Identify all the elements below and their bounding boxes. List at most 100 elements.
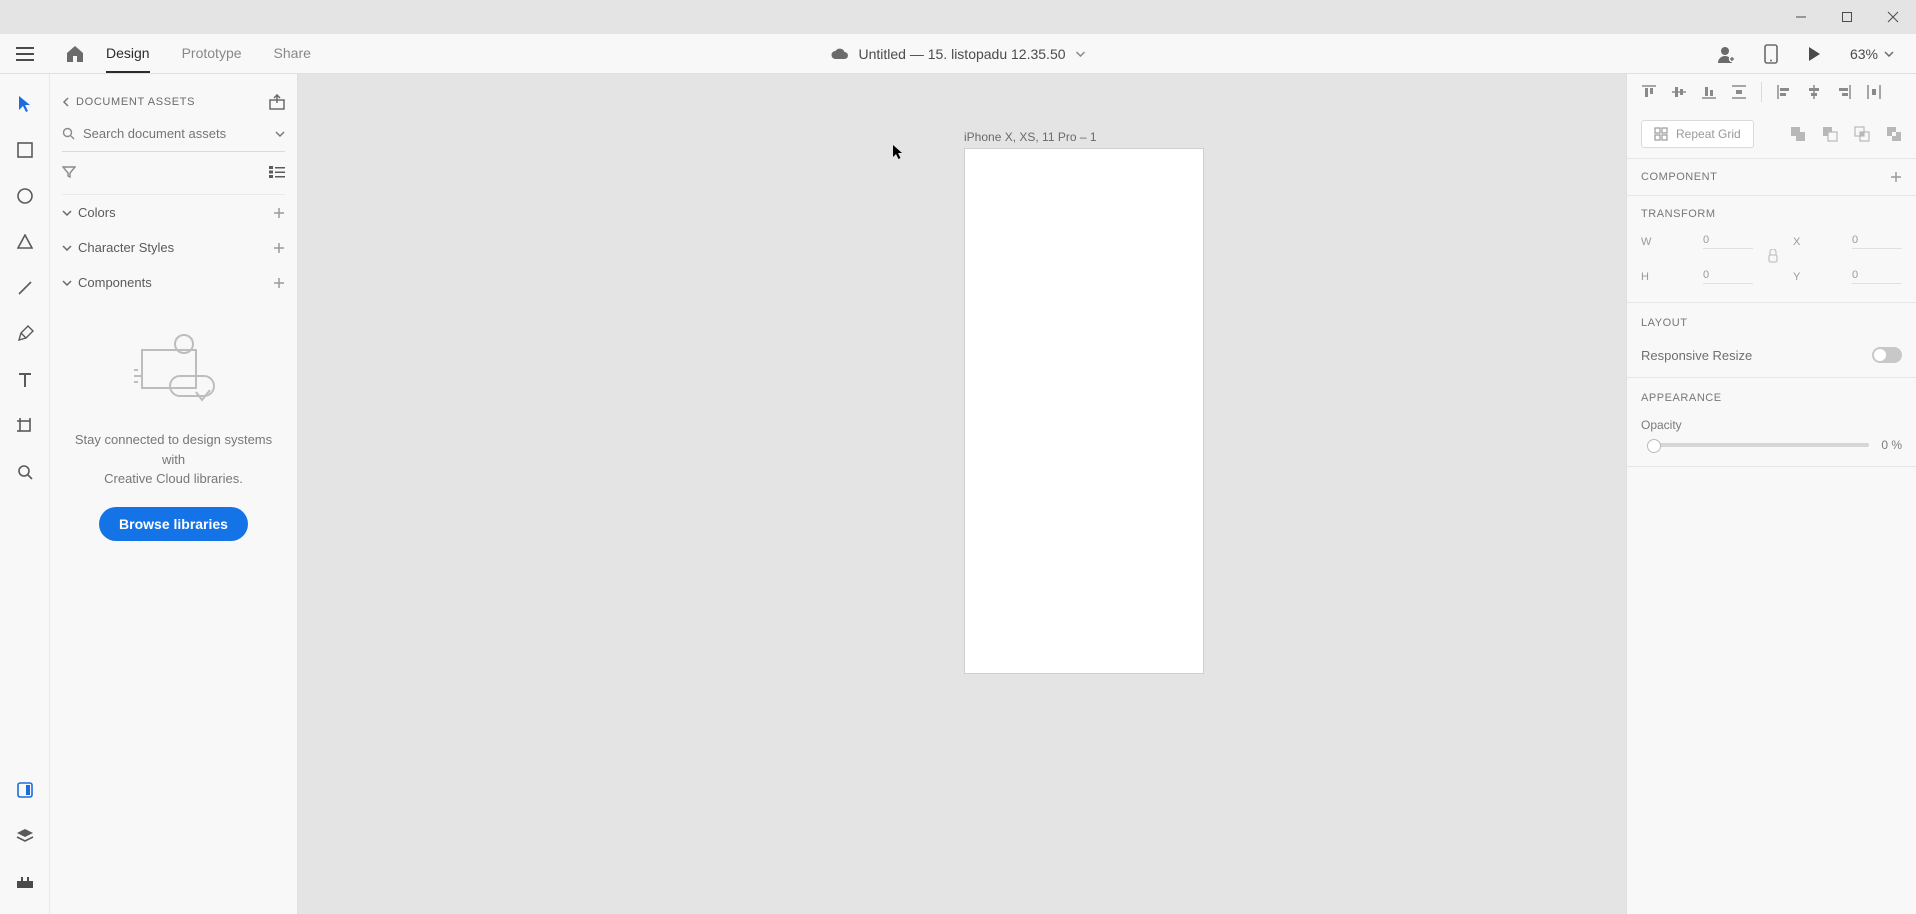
invite-user-icon[interactable] — [1716, 44, 1736, 64]
tab-share[interactable]: Share — [274, 35, 311, 73]
distribute-horizontal-icon[interactable] — [1866, 84, 1882, 100]
repeat-grid-icon — [1654, 127, 1668, 141]
assets-panel-button[interactable] — [13, 778, 37, 802]
browse-libraries-button[interactable]: Browse libraries — [99, 507, 248, 541]
tab-prototype[interactable]: Prototype — [182, 35, 242, 73]
document-assets-panel: DOCUMENT ASSETS — [50, 74, 298, 914]
tool-rail — [0, 74, 50, 914]
align-left-icon[interactable] — [1776, 84, 1792, 100]
pen-tool[interactable] — [13, 322, 37, 346]
responsive-resize-toggle[interactable] — [1872, 347, 1902, 363]
repeat-grid-label: Repeat Grid — [1676, 127, 1741, 141]
canvas[interactable]: iPhone X, XS, 11 Pro – 1 — [298, 74, 1626, 914]
align-top-icon[interactable] — [1641, 84, 1657, 100]
window-minimize-button[interactable] — [1778, 0, 1824, 34]
boolean-intersect-icon[interactable] — [1854, 126, 1870, 142]
align-right-icon[interactable] — [1836, 84, 1852, 100]
empty-text-line-2: Creative Cloud libraries. — [72, 469, 275, 489]
cloud-icon — [830, 48, 848, 60]
chevron-down-icon — [62, 210, 72, 216]
properties-panel: Repeat Grid COMPONENT TRANSFORM W 0 X 0 … — [1626, 74, 1916, 914]
assets-panel-title: DOCUMENT ASSETS — [76, 96, 195, 108]
tab-design[interactable]: Design — [106, 35, 150, 73]
list-view-icon[interactable] — [269, 166, 285, 178]
header-right-controls: 63% — [1716, 44, 1916, 64]
search-assets-input[interactable] — [83, 126, 267, 141]
window-maximize-button[interactable] — [1824, 0, 1870, 34]
select-tool[interactable] — [13, 92, 37, 116]
empty-illustration-icon — [124, 330, 224, 410]
zoom-value: 63% — [1850, 46, 1878, 62]
main-area: DOCUMENT ASSETS — [0, 74, 1916, 914]
mobile-preview-icon[interactable] — [1764, 44, 1778, 64]
boolean-subtract-icon[interactable] — [1822, 126, 1838, 142]
transform-heading: TRANSFORM — [1641, 208, 1902, 220]
ellipse-tool[interactable] — [13, 184, 37, 208]
distribute-vertical-icon[interactable] — [1731, 84, 1747, 100]
back-to-libraries-button[interactable]: DOCUMENT ASSETS — [62, 96, 195, 108]
chevron-down-icon — [1884, 51, 1894, 57]
publish-library-icon[interactable] — [269, 94, 285, 110]
hamburger-menu-button[interactable] — [0, 47, 50, 61]
chevron-down-icon — [1076, 51, 1086, 57]
x-value[interactable]: 0 — [1852, 234, 1902, 249]
transform-section: TRANSFORM W 0 X 0 H 0 Y 0 — [1627, 196, 1916, 303]
add-character-style-icon[interactable] — [273, 242, 285, 254]
document-title[interactable]: Untitled — 15. listopadu 12.35.50 — [830, 46, 1085, 62]
zoom-tool[interactable] — [13, 460, 37, 484]
rectangle-tool[interactable] — [13, 138, 37, 162]
search-icon — [62, 127, 75, 140]
text-tool[interactable] — [13, 368, 37, 392]
width-value[interactable]: 0 — [1703, 234, 1753, 249]
character-styles-section[interactable]: Character Styles — [62, 230, 285, 265]
boolean-add-icon[interactable] — [1790, 126, 1806, 142]
artboard-label[interactable]: iPhone X, XS, 11 Pro – 1 — [964, 130, 1097, 144]
chevron-down-icon[interactable] — [275, 131, 285, 137]
y-value[interactable]: 0 — [1852, 269, 1902, 284]
add-component-icon[interactable] — [1890, 171, 1902, 183]
align-middle-icon[interactable] — [1671, 84, 1687, 100]
opacity-label: Opacity — [1641, 418, 1902, 432]
polygon-tool[interactable] — [13, 230, 37, 254]
filter-icon[interactable] — [62, 166, 76, 178]
height-label: H — [1641, 271, 1695, 283]
home-button[interactable] — [50, 45, 100, 63]
boolean-ops — [1790, 126, 1902, 142]
opacity-slider[interactable] — [1653, 443, 1869, 447]
appearance-heading: APPEARANCE — [1641, 392, 1902, 404]
artboard[interactable] — [964, 148, 1204, 674]
x-label: X — [1793, 236, 1844, 248]
empty-text-line-1: Stay connected to design systems with — [72, 430, 275, 469]
mode-tabs: Design Prototype Share — [106, 35, 311, 73]
layout-section: LAYOUT Responsive Resize — [1627, 303, 1916, 378]
chevron-left-icon — [62, 97, 70, 107]
artboard-tool[interactable] — [13, 414, 37, 438]
section-label: Character Styles — [78, 240, 174, 255]
lock-aspect-icon[interactable] — [1761, 249, 1785, 269]
component-section-header: COMPONENT — [1627, 159, 1916, 196]
add-component-icon[interactable] — [273, 277, 285, 289]
appearance-section: APPEARANCE Opacity 0 % — [1627, 378, 1916, 467]
components-section[interactable]: Components — [62, 265, 285, 300]
empty-assets-state: Stay connected to design systems with Cr… — [62, 300, 285, 551]
colors-section[interactable]: Colors — [62, 195, 285, 230]
app-header: Design Prototype Share Untitled — 15. li… — [0, 34, 1916, 74]
zoom-control[interactable]: 63% — [1850, 46, 1894, 62]
add-color-icon[interactable] — [273, 207, 285, 219]
boolean-exclude-icon[interactable] — [1886, 126, 1902, 142]
align-bottom-icon[interactable] — [1701, 84, 1717, 100]
chevron-down-icon — [62, 280, 72, 286]
width-label: W — [1641, 236, 1695, 248]
window-close-button[interactable] — [1870, 0, 1916, 34]
component-heading: COMPONENT — [1641, 171, 1717, 183]
opacity-value[interactable]: 0 % — [1881, 438, 1902, 452]
repeat-grid-button[interactable]: Repeat Grid — [1641, 120, 1754, 148]
chevron-down-icon — [62, 245, 72, 251]
align-center-icon[interactable] — [1806, 84, 1822, 100]
play-preview-icon[interactable] — [1806, 46, 1822, 62]
line-tool[interactable] — [13, 276, 37, 300]
align-row — [1627, 74, 1916, 110]
plugins-panel-button[interactable] — [13, 870, 37, 894]
height-value[interactable]: 0 — [1703, 269, 1753, 284]
layers-panel-button[interactable] — [13, 824, 37, 848]
